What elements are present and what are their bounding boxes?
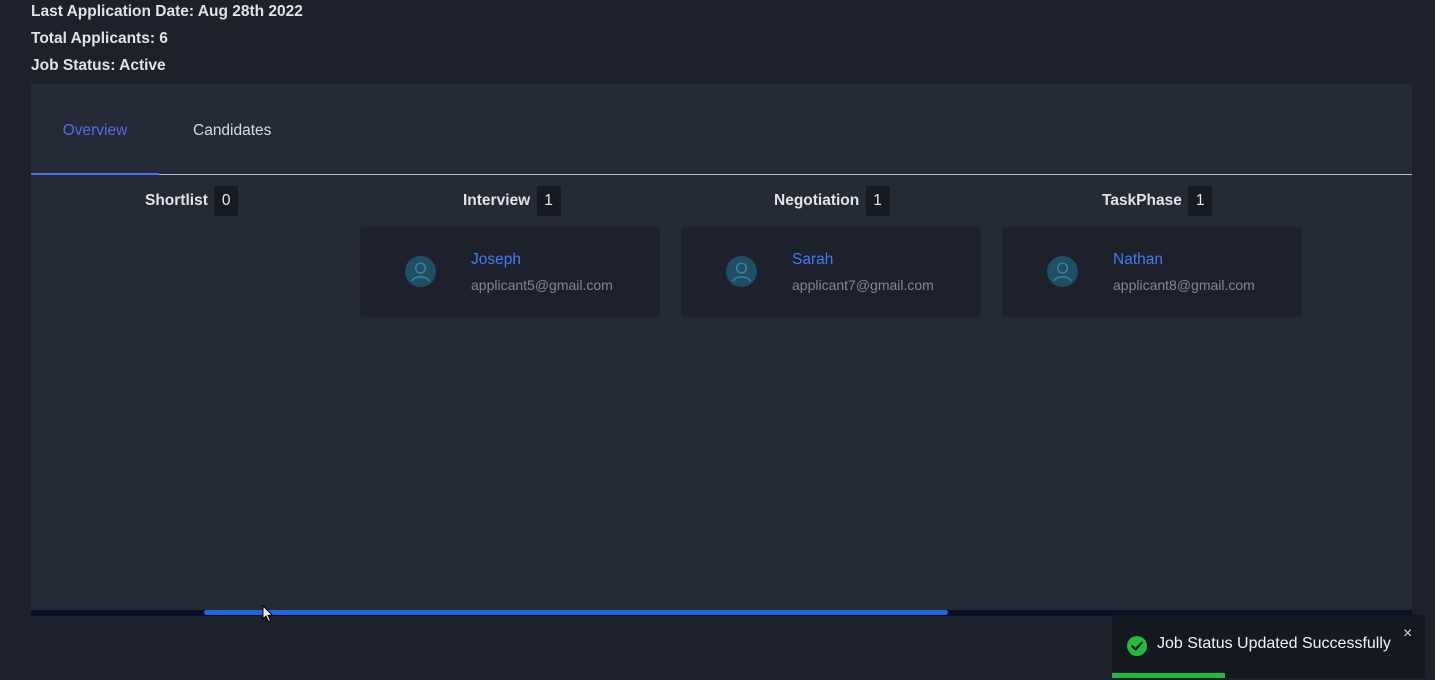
column-count-badge: 1 — [1188, 186, 1213, 216]
candidate-email: applicant7@gmail.com — [792, 277, 934, 293]
toast-notification: Job Status Updated Successfully × — [1112, 615, 1425, 678]
job-meta: Last Application Date: Aug 28th 2022 Tot… — [31, 0, 303, 81]
column-count-badge: 1 — [536, 186, 561, 216]
candidate-email: applicant5@gmail.com — [471, 277, 613, 293]
column-header-interview: Interview 1 — [463, 186, 561, 216]
column-title: Negotiation — [774, 192, 860, 209]
job-status: Job Status: Active — [31, 57, 166, 74]
candidate-name[interactable]: Nathan — [1113, 251, 1163, 269]
column-header-negotiation: Negotiation 1 — [774, 186, 890, 216]
candidate-card-joseph[interactable]: Joseph applicant5@gmail.com — [360, 227, 660, 317]
column-header-shortlist: Shortlist 0 — [145, 186, 239, 216]
column-title: Shortlist — [145, 192, 208, 209]
last-application-date: Last Application Date: Aug 28th 2022 — [31, 3, 303, 20]
column-count-badge: 1 — [865, 186, 890, 216]
column-title: Interview — [463, 192, 531, 209]
column-header-taskphase: TaskPhase 1 — [1102, 186, 1213, 216]
scrollbar-thumb[interactable] — [204, 610, 948, 615]
total-applicants: Total Applicants: 6 — [31, 30, 168, 47]
tab-candidates[interactable]: Candidates — [193, 84, 271, 174]
tab-bar: Overview Candidates — [31, 84, 1412, 175]
user-avatar-icon — [726, 256, 757, 287]
close-icon[interactable]: × — [1403, 625, 1412, 643]
toast-message: Job Status Updated Successfully — [1157, 635, 1391, 652]
candidate-card-nathan[interactable]: Nathan applicant8@gmail.com — [1002, 227, 1302, 317]
tab-overview[interactable]: Overview — [31, 84, 159, 175]
toast-progress-bar — [1112, 673, 1225, 678]
candidate-card-sarah[interactable]: Sarah applicant7@gmail.com — [681, 227, 981, 317]
column-title: TaskPhase — [1102, 192, 1182, 209]
check-circle-icon — [1127, 636, 1147, 656]
candidate-email: applicant8@gmail.com — [1113, 277, 1255, 293]
candidate-name[interactable]: Joseph — [471, 251, 521, 269]
mouse-cursor-icon — [262, 605, 274, 623]
column-count-badge: 0 — [214, 186, 239, 216]
user-avatar-icon — [405, 256, 436, 287]
job-panel: Overview Candidates Shortlist 0 Intervie… — [31, 84, 1412, 612]
candidate-name[interactable]: Sarah — [792, 251, 833, 269]
user-avatar-icon — [1047, 256, 1078, 287]
